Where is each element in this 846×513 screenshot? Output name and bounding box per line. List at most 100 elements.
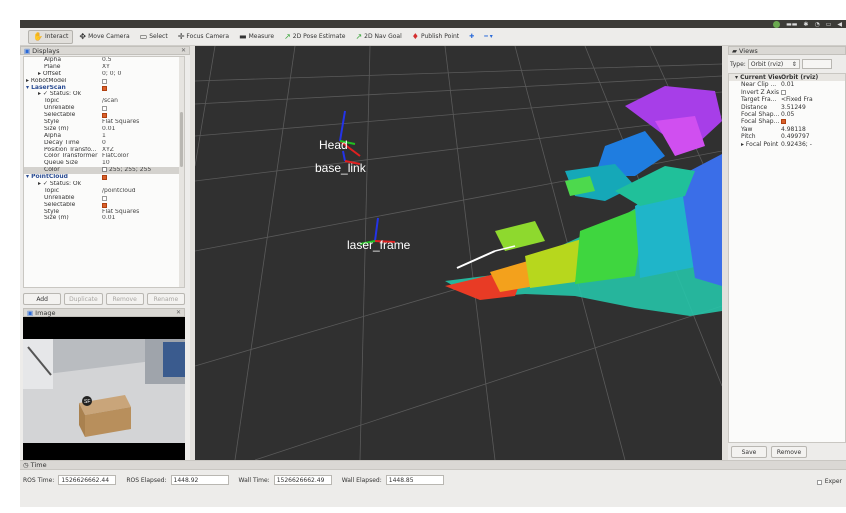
view-property-row[interactable]: Target Fra... <Fixed Fra xyxy=(729,96,845,103)
view-property-value[interactable] xyxy=(781,118,845,125)
remove-view-button[interactable]: Remove xyxy=(771,446,807,458)
save-view-button[interactable]: Save xyxy=(731,446,767,458)
displays-tree[interactable]: Alpha 0.5 Plane XY ▸ Offset 0; 0; 0 ▸ RobotMod… xyxy=(23,56,185,288)
display-property-row[interactable]: Selectable xyxy=(24,202,184,209)
property-value[interactable]: 0; 0; 0 xyxy=(102,71,184,78)
display-property-row[interactable]: Color Transformer FlatColor xyxy=(24,153,184,160)
view-property-row[interactable]: Focal Shap... xyxy=(729,118,845,125)
display-property-row[interactable]: Topic/scan xyxy=(24,98,184,105)
display-property-row[interactable]: ▸ ✓ Status: Ok xyxy=(24,91,184,98)
view-property-value[interactable]: 4.98118 xyxy=(781,126,845,133)
ros-time-field[interactable]: 1526626662.44 xyxy=(58,475,117,485)
displays-scrollbar[interactable] xyxy=(179,57,184,287)
wifi-icon[interactable]: ◔ xyxy=(814,21,819,28)
view-property-row[interactable]: Focal Shap... 0.05 xyxy=(729,111,845,118)
display-property-row[interactable]: ▸ RobotModel xyxy=(24,78,184,85)
display-property-row[interactable]: Unreliable xyxy=(24,195,184,202)
display-property-row[interactable]: Decay Time 0 xyxy=(24,140,184,147)
color-swatch[interactable] xyxy=(102,167,107,173)
remove-button[interactable]: Remove xyxy=(105,293,144,305)
view-property-value[interactable]: 0.92436; - xyxy=(781,141,845,148)
keyboard-icon[interactable]: ▬▬ xyxy=(786,21,797,28)
property-value[interactable]: /pointcloud xyxy=(102,188,184,195)
display-property-row[interactable]: Topic/pointcloud xyxy=(24,188,184,195)
display-property-row[interactable]: Style Flat Squares xyxy=(24,209,184,216)
tool-interact[interactable]: ✋ Interact xyxy=(28,29,74,44)
view-type-select[interactable]: Orbit (rviz) ⇕ xyxy=(747,59,800,69)
experimental-toggle[interactable]: Exper xyxy=(816,478,842,485)
bluetooth-icon[interactable]: ✱ xyxy=(803,21,808,28)
view-property-value[interactable]: <Fixed Fra xyxy=(781,96,845,103)
close-icon[interactable]: ✕ xyxy=(181,47,186,54)
wall-elapsed-field[interactable]: 1448.85 xyxy=(385,475,444,485)
property-value[interactable]: 255; 255; 255 xyxy=(102,167,184,174)
tool-focus-camera[interactable]: ✛ Focus Camera xyxy=(174,30,233,44)
view-property-row[interactable]: Pitch 0.499797 xyxy=(729,133,845,140)
scrollbar-thumb[interactable] xyxy=(180,112,183,167)
property-value[interactable]: XY xyxy=(102,64,184,71)
display-property-row[interactable]: Selectable xyxy=(24,112,184,119)
tool-measure[interactable]: ▬ Measure xyxy=(235,30,278,44)
view-property-checkbox[interactable] xyxy=(781,119,786,125)
display-property-row[interactable]: Alpha 1 xyxy=(24,133,184,140)
property-value[interactable]: 0.01 xyxy=(102,126,184,133)
remove-tool-icon[interactable]: ━ ▾ xyxy=(480,30,497,44)
property-value[interactable]: 1 xyxy=(102,133,184,140)
close-icon[interactable]: ✕ xyxy=(176,309,181,316)
property-checkbox[interactable] xyxy=(102,175,107,181)
tool-publish-point[interactable]: ♦ Publish Point xyxy=(408,30,463,44)
display-property-row[interactable]: Color 255; 255; 255 xyxy=(24,167,184,175)
ros-elapsed-field[interactable]: 1448.92 xyxy=(170,475,229,485)
property-value[interactable] xyxy=(102,91,184,98)
rviz-3d-viewport[interactable]: Head base_link laser_frame xyxy=(195,46,722,460)
property-value[interactable] xyxy=(102,85,184,92)
view-property-value[interactable]: 3.51249 xyxy=(781,104,845,111)
display-property-row[interactable]: Style Flat Squares xyxy=(24,119,184,126)
view-property-row[interactable]: Distance 3.51249 xyxy=(729,104,845,111)
property-checkbox[interactable] xyxy=(102,78,107,84)
rename-button[interactable]: Rename xyxy=(146,293,185,305)
property-value[interactable] xyxy=(102,112,184,119)
property-value[interactable]: 0.01 xyxy=(102,215,184,222)
tool-select[interactable]: ▭ Select xyxy=(136,30,172,44)
display-property-row[interactable]: Alpha 0.5 xyxy=(24,57,184,64)
volume-icon[interactable]: ◀ xyxy=(837,21,842,28)
property-value[interactable]: Flat Squares xyxy=(102,209,184,216)
tool-2d-pose-estimate[interactable]: ↗ 2D Pose Estimate xyxy=(280,30,349,44)
property-value[interactable] xyxy=(102,202,184,209)
view-property-value[interactable]: 0.05 xyxy=(781,111,845,118)
display-property-row[interactable]: ▸ Offset 0; 0; 0 xyxy=(24,71,184,78)
property-checkbox[interactable] xyxy=(102,85,107,91)
tool-move-camera[interactable]: ✥ Move Camera xyxy=(75,30,133,44)
wall-time-field[interactable]: 1526626662.49 xyxy=(273,475,332,485)
property-value[interactable]: 10 xyxy=(102,160,184,167)
property-value[interactable]: XYZ xyxy=(102,147,184,154)
experimental-checkbox[interactable] xyxy=(816,479,822,485)
property-value[interactable]: FlatColor xyxy=(102,153,184,160)
display-property-row[interactable]: Queue Size 10 xyxy=(24,160,184,167)
tool-2d-nav-goal[interactable]: ↗ 2D Nav Goal xyxy=(351,30,405,44)
display-property-row[interactable]: Size (m) 0.01 xyxy=(24,126,184,133)
views-tree[interactable]: ▾ Current View Orbit (rviz) Near Clip ... 0… xyxy=(728,73,846,443)
view-property-value[interactable]: 0.01 xyxy=(781,81,845,88)
display-property-row[interactable]: ▾ LaserScan xyxy=(24,85,184,92)
add-button[interactable]: Add xyxy=(23,293,62,305)
add-tool-icon[interactable]: ✚ xyxy=(465,30,478,44)
property-checkbox[interactable] xyxy=(102,195,107,201)
display-property-row[interactable]: ▸ ✓ Status: Ok xyxy=(24,181,184,188)
property-value[interactable] xyxy=(102,181,184,188)
duplicate-button[interactable]: Duplicate xyxy=(64,293,103,305)
property-value[interactable]: /scan xyxy=(102,98,184,105)
view-property-checkbox[interactable] xyxy=(781,89,786,95)
display-property-row[interactable]: Unreliable xyxy=(24,105,184,112)
network-icon[interactable] xyxy=(773,20,781,28)
display-property-row[interactable]: Position Transfo... XYZ xyxy=(24,147,184,154)
property-value[interactable]: Flat Squares xyxy=(102,119,184,126)
display-property-row[interactable]: Plane XY xyxy=(24,64,184,71)
property-value[interactable]: 0.5 xyxy=(102,57,184,64)
view-property-value[interactable] xyxy=(781,89,845,96)
display-property-row[interactable]: Size (m) 0.01 xyxy=(24,215,184,222)
zero-button[interactable] xyxy=(801,59,832,69)
property-checkbox[interactable] xyxy=(102,113,107,119)
property-value[interactable] xyxy=(102,195,184,202)
